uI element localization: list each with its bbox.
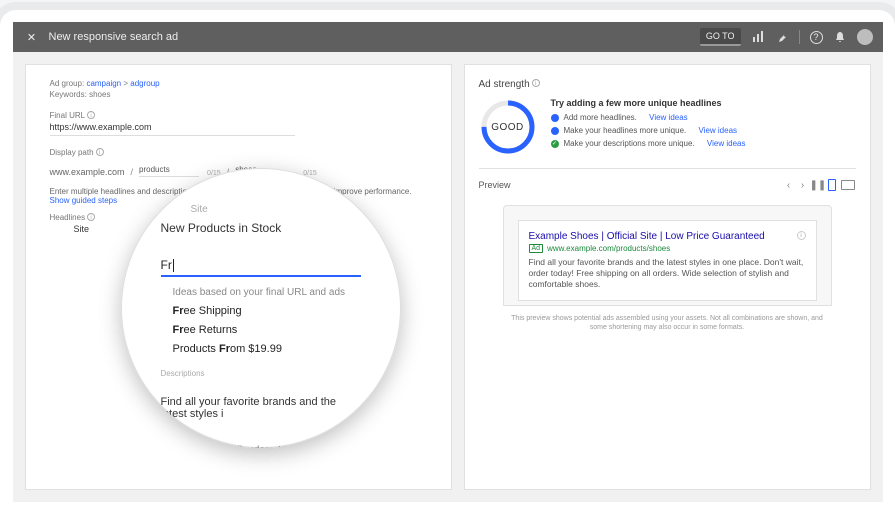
adgroup-link[interactable]: adgroup xyxy=(130,79,159,88)
info-icon[interactable]: i xyxy=(87,111,95,119)
suggestion-item[interactable]: Products From $19.99 xyxy=(161,343,361,355)
campaign-link[interactable]: campaign xyxy=(86,79,121,88)
reports-icon[interactable] xyxy=(751,30,765,44)
info-icon[interactable]: i xyxy=(87,213,95,221)
keywords-line: Keywords: shoes xyxy=(50,90,427,99)
recommendations-title: Try adding a few more unique headlines xyxy=(551,98,856,108)
headline-input-active[interactable]: Fr xyxy=(161,253,361,277)
recommendations-list: Try adding a few more unique headlines A… xyxy=(551,98,856,152)
page-title: New responsive search ad xyxy=(49,31,700,43)
bullet-icon xyxy=(551,114,559,122)
text-cursor xyxy=(173,259,174,272)
info-icon[interactable]: i xyxy=(532,79,540,87)
mobile-preview-icon[interactable] xyxy=(824,179,840,191)
preview-disclaimer: This preview shows potential ads assembl… xyxy=(503,314,832,332)
preview-section: Preview ‹ › ❚❚ i Example Shoes | Officia… xyxy=(479,168,856,332)
check-icon: ✓ xyxy=(551,140,559,148)
suggestions-label: Ideas based on your final URL and ads xyxy=(161,287,361,298)
rec-item: Make your headlines more unique. View id… xyxy=(551,126,856,135)
app-screen: ✕ New responsive search ad GO TO ? Ad gr… xyxy=(13,22,883,502)
view-ideas-link[interactable]: View ideas xyxy=(698,126,737,135)
ad-badge: Ad xyxy=(529,244,544,253)
display-path-base: www.example.com xyxy=(50,167,125,177)
ad-preview-card: i Example Shoes | Official Site | Low Pr… xyxy=(518,220,817,301)
final-url-input[interactable]: https://www.example.com xyxy=(50,120,295,136)
rec-item: ✓ Make your descriptions more unique. Vi… xyxy=(551,139,856,148)
suggestion-item[interactable]: Free Returns xyxy=(161,324,361,336)
ad-strength-panel: Ad strengthi GOOD Try adding a few more … xyxy=(464,64,871,490)
ad-strength-label: Ad strengthi xyxy=(479,79,856,90)
bullet-icon xyxy=(551,127,559,135)
headline-input-filled[interactable]: New Products in Stock xyxy=(161,221,361,235)
description-input[interactable]: Find all your favorite brands and the la… xyxy=(161,396,361,420)
ad-preview-title: Example Shoes | Official Site | Low Pric… xyxy=(529,231,806,242)
close-icon[interactable]: ✕ xyxy=(23,31,41,44)
notifications-icon[interactable] xyxy=(833,30,847,44)
tools-icon[interactable] xyxy=(775,30,789,44)
display-path-seg1[interactable]: products xyxy=(139,165,199,177)
prev-button[interactable]: ‹ xyxy=(782,180,796,191)
suggestion-item[interactable]: Free Shipping xyxy=(161,305,361,317)
view-ideas-link[interactable]: View ideas xyxy=(707,139,746,148)
ad-strength-value: GOOD xyxy=(479,98,537,156)
next-button[interactable]: › xyxy=(796,180,810,191)
adgroup-breadcrumb: Ad group: campaign > adgroup xyxy=(50,79,427,88)
descriptions-label-faint: Descriptions xyxy=(161,369,361,378)
preview-label: Preview xyxy=(479,180,511,190)
headline-fragment: Site xyxy=(191,204,361,215)
goto-button[interactable]: GO TO xyxy=(700,28,741,46)
magnified-detail: Site New Products in Stock Fr Ideas base… xyxy=(121,168,401,448)
ad-preview-description: Find all your favorite brands and the la… xyxy=(529,257,806,290)
rec-item: Add more headlines. View ideas xyxy=(551,113,856,122)
ad-info-icon[interactable]: i xyxy=(797,231,806,240)
laptop-frame: ✕ New responsive search ad GO TO ? Ad gr… xyxy=(0,10,895,513)
display-path-label: Display pathi xyxy=(50,148,427,157)
top-bar: ✕ New responsive search ad GO TO ? xyxy=(13,22,883,52)
help-icon[interactable]: ? xyxy=(810,31,823,44)
ad-preview-url: Ad www.example.com/products/shoes xyxy=(529,244,806,253)
view-ideas-link[interactable]: View ideas xyxy=(649,113,688,122)
ad-preview-frame: i Example Shoes | Official Site | Low Pr… xyxy=(503,205,832,306)
pause-button[interactable]: ❚❚ xyxy=(810,180,824,191)
desktop-preview-icon[interactable] xyxy=(840,179,856,191)
info-icon[interactable]: i xyxy=(96,148,104,156)
profile-avatar[interactable] xyxy=(857,29,873,45)
ad-strength-donut: GOOD xyxy=(479,98,537,156)
show-guided-link[interactable]: Show guided steps xyxy=(50,196,118,205)
final-url-label: Final URLi xyxy=(50,111,427,120)
